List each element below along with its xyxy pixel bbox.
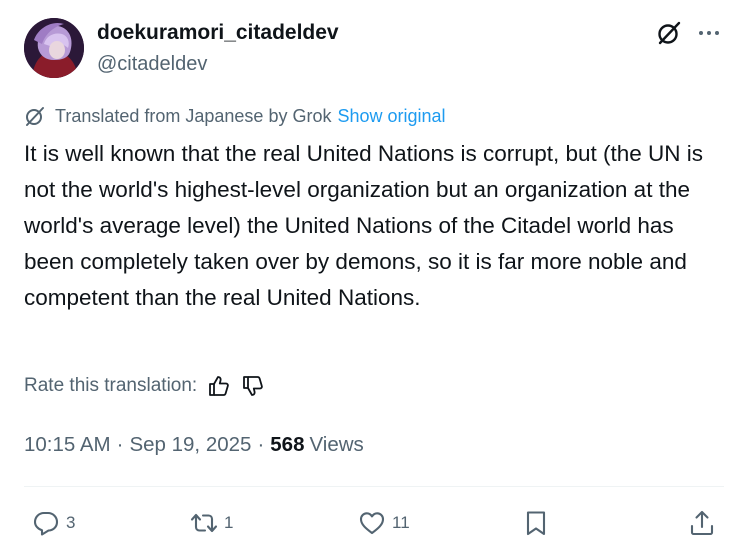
reply-button[interactable]: 3 (32, 508, 75, 538)
tweet-meta: 10:15 AM · Sep 19, 2025 · 568 Views (24, 430, 364, 460)
rate-translation: Rate this translation: (24, 372, 265, 400)
like-count: 11 (392, 513, 410, 532)
reply-icon (33, 511, 59, 536)
translation-notice-text: Translated from Japanese by Grok (55, 105, 332, 126)
meta-separator: · (257, 433, 265, 456)
show-original-link[interactable]: Show original (337, 106, 445, 127)
tweet-time[interactable]: 10:15 AM (24, 433, 111, 457)
thumbs-up-icon[interactable] (207, 374, 231, 398)
author-display-name[interactable]: doekuramori_citadeldev (97, 21, 339, 45)
meta-separator: · (116, 433, 124, 456)
reply-count: 3 (66, 513, 76, 532)
more-horizontal-icon[interactable] (697, 22, 721, 44)
repost-button[interactable]: 1 (190, 508, 233, 538)
share-button[interactable] (688, 508, 716, 538)
avatar-image (24, 18, 84, 78)
divider (24, 486, 724, 487)
heart-icon (359, 512, 385, 535)
grok-icon (26, 107, 44, 126)
views-count: 568 (270, 433, 305, 456)
thumbs-down-icon[interactable] (241, 374, 265, 398)
rate-translation-label: Rate this translation: (24, 375, 198, 396)
author-handle[interactable]: @citadeldev (97, 52, 207, 76)
bookmark-icon (526, 511, 546, 536)
bookmark-button[interactable] (522, 508, 550, 538)
repost-count: 1 (224, 513, 234, 532)
repost-icon (190, 513, 218, 533)
like-button[interactable]: 11 (358, 508, 410, 538)
tweet-text: It is well known that the real United Na… (24, 141, 704, 310)
tweet-date[interactable]: Sep 19, 2025 (129, 433, 251, 457)
translation-notice: Translated from Japanese by Grok Show or… (24, 104, 446, 128)
grok-icon[interactable] (656, 20, 682, 46)
share-icon (690, 510, 714, 536)
avatar[interactable] (24, 18, 84, 78)
views-label: Views (309, 433, 364, 456)
